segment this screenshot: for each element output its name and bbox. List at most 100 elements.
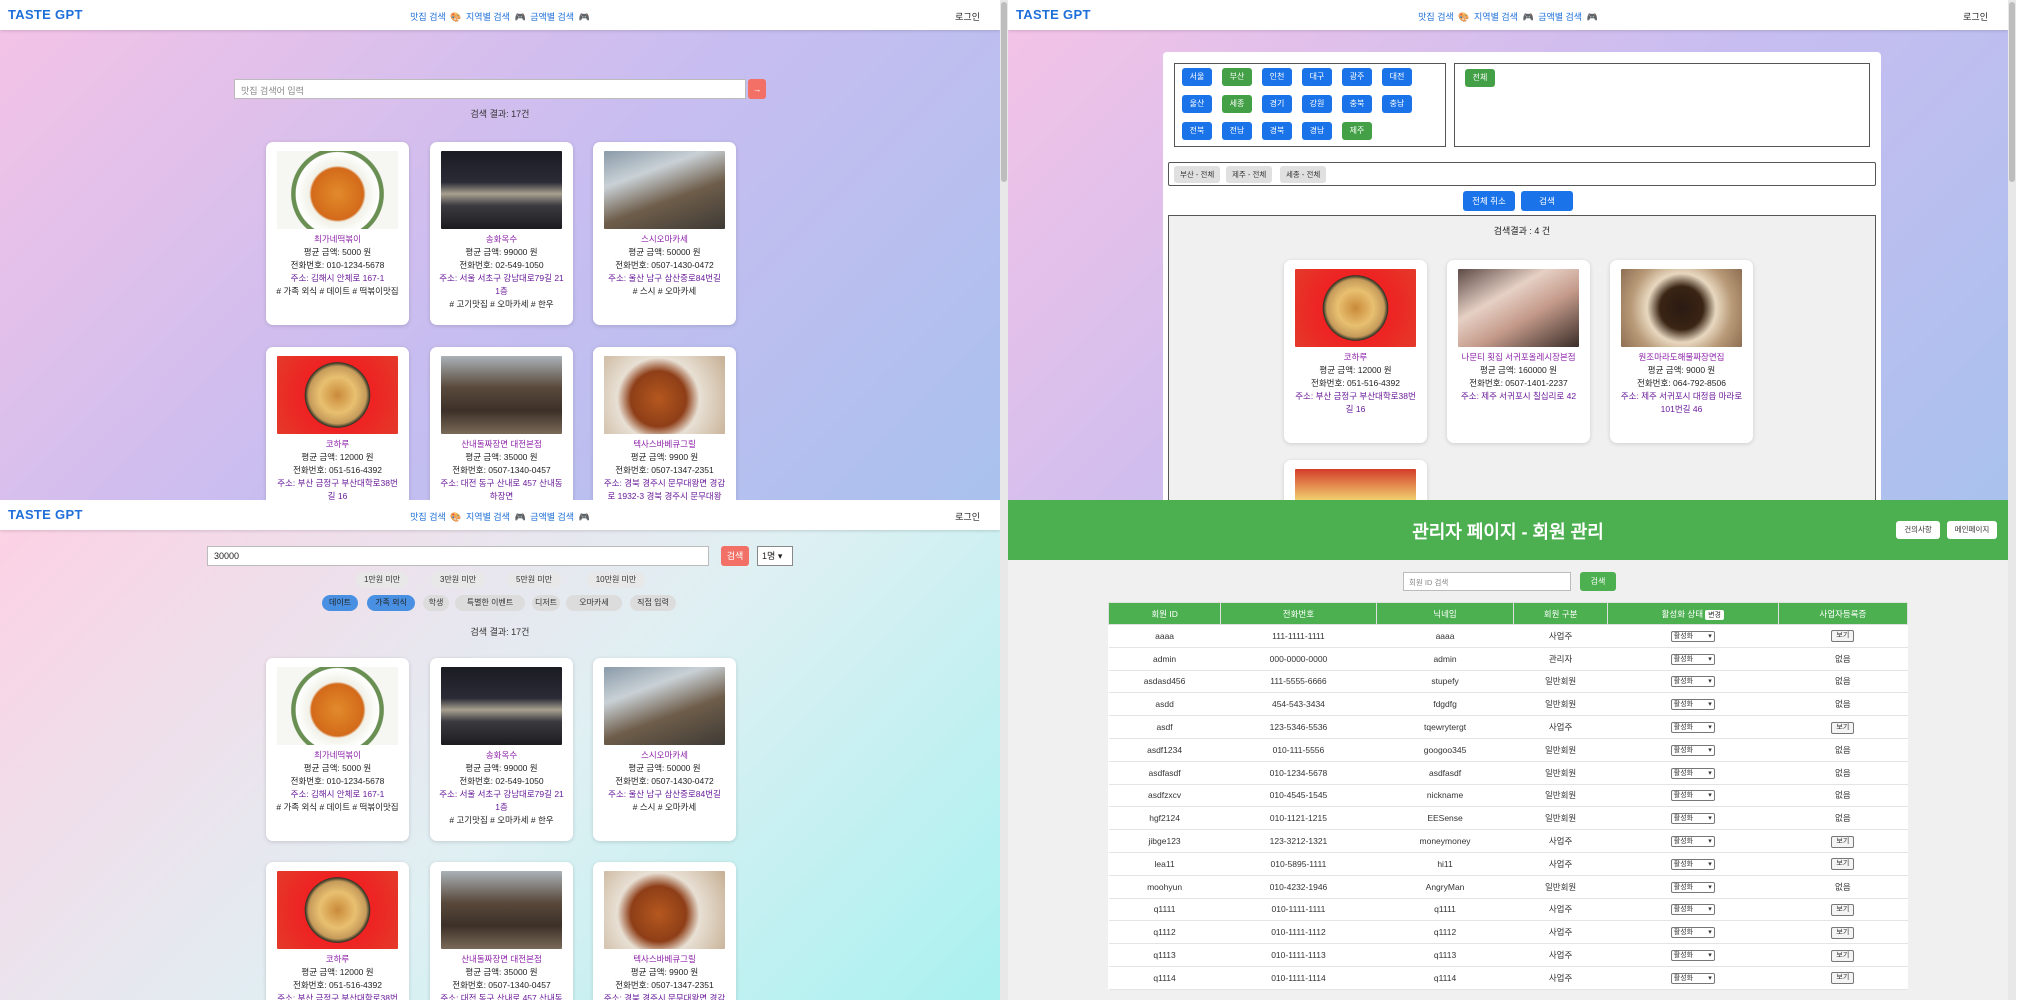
status-edit-button[interactable]: 변경 (1705, 609, 1724, 620)
selected-region-chip[interactable]: 부산 - 전체 (1174, 166, 1221, 183)
restaurant-card[interactable]: 스시오마카세 평균 금액: 50000 원 전화번호: 0507-1430-0472… (593, 658, 736, 841)
restaurant-card[interactable]: 송화옥수 평균 금액: 99000 원 전화번호: 02-549-1050 주소: 서… (430, 142, 573, 325)
tag-filter-button[interactable]: 학생 (423, 595, 449, 611)
region-button[interactable]: 제주 (1342, 122, 1372, 140)
tag-filter-button[interactable]: 데이트 (322, 595, 358, 611)
keyword-search-input[interactable]: 맛집 검색어 입력 (234, 79, 746, 99)
status-select[interactable]: 활성화 (1670, 744, 1715, 756)
selected-region-chip[interactable]: 제주 - 전체 (1226, 166, 1273, 183)
region-button[interactable]: 서울 (1182, 68, 1212, 86)
scrollbar[interactable] (2008, 0, 2016, 1000)
view-license-button[interactable]: 보기 (1831, 721, 1855, 734)
price-filter-button[interactable]: 1만원 미만 (356, 572, 408, 588)
nav-keyword-search[interactable]: 맛집 검색 (410, 512, 446, 522)
search-arrow-button[interactable]: → (748, 79, 766, 99)
restaurant-card[interactable]: 원조마라도해물짜장면집 평균 금액: 9000 원 전화번호: 064-792-85… (1610, 260, 1753, 443)
region-button[interactable]: 전남 (1222, 122, 1252, 140)
region-button[interactable]: 충남 (1382, 95, 1412, 113)
region-button[interactable]: 부산 (1222, 68, 1252, 86)
view-license-button[interactable]: 보기 (1831, 949, 1855, 962)
region-search-button[interactable]: 검색 (1521, 191, 1573, 211)
tag-filter-button[interactable]: 오마카세 (566, 595, 622, 611)
restaurant-card[interactable]: 텍사스바베큐그릴 평균 금액: 9900 원 전화번호: 0507-1347-235… (593, 862, 736, 1000)
subregion-all-button[interactable]: 전체 (1465, 69, 1495, 87)
region-button[interactable]: 세종 (1222, 95, 1252, 113)
status-select[interactable]: 활성화 (1670, 904, 1715, 916)
restaurant-card[interactable]: 산내돌짜장면 대전본점 평균 금액: 35000 원 전화번호: 0507-1340… (430, 347, 573, 500)
restaurant-card[interactable]: 코하루 평균 금액: 12000 원 전화번호: 051-516-4392 주소: 부… (1284, 260, 1427, 443)
status-select[interactable]: 활성화 (1670, 767, 1715, 779)
region-button[interactable]: 강원 (1302, 95, 1332, 113)
people-select[interactable]: 1명 ▾ (757, 546, 793, 566)
restaurant-card[interactable]: 송화옥수 평균 금액: 99000 원 전화번호: 02-549-1050 주소: 서… (430, 658, 573, 841)
region-button[interactable]: 대전 (1382, 68, 1412, 86)
suggestions-button[interactable]: 건의사항 (1896, 521, 1940, 539)
status-select[interactable]: 활성화 (1670, 858, 1715, 870)
nav-region-search[interactable]: 지역별 검색 (466, 512, 510, 522)
region-button[interactable]: 경기 (1262, 95, 1292, 113)
price-input[interactable]: 30000 (207, 546, 709, 566)
status-select[interactable]: 활성화 (1670, 813, 1715, 825)
restaurant-card[interactable]: 최가네떡볶이 평균 금액: 5000 원 전화번호: 010-1234-5678 주소… (266, 142, 409, 325)
restaurant-name: 원조마라도해물짜장면집 (1638, 352, 1725, 362)
region-button[interactable]: 대구 (1302, 68, 1332, 86)
restaurant-card[interactable]: 텍사스바베큐그릴 평균 금액: 9900 원 전화번호: 0507-1347-235… (593, 347, 736, 500)
region-button[interactable]: 경남 (1302, 122, 1332, 140)
status-select[interactable]: 활성화 (1670, 722, 1715, 734)
nav-price-search[interactable]: 금액별 검색 (530, 12, 574, 22)
status-select[interactable]: 활성화 (1670, 790, 1715, 802)
status-select[interactable]: 활성화 (1670, 950, 1715, 962)
status-select[interactable]: 활성화 (1670, 630, 1715, 642)
nav-region-search[interactable]: 지역별 검색 (1474, 12, 1518, 22)
view-license-button[interactable]: 보기 (1831, 926, 1855, 939)
status-select[interactable]: 활성화 (1670, 927, 1715, 939)
view-license-button[interactable]: 보기 (1831, 835, 1855, 848)
region-button[interactable]: 충북 (1342, 95, 1372, 113)
restaurant-card[interactable] (1284, 460, 1427, 500)
login-link[interactable]: 로그인 (955, 510, 980, 523)
tag-filter-button[interactable]: 디저트 (532, 595, 560, 611)
table-cell: moohyun (1108, 875, 1221, 899)
nav-price-search[interactable]: 금액별 검색 (1538, 12, 1582, 22)
restaurant-card[interactable]: 코하루 평균 금액: 12000 원 전화번호: 051-516-4392 주소: 부… (266, 347, 409, 500)
status-select[interactable]: 활성화 (1670, 881, 1715, 893)
member-search-input[interactable]: 회원 ID 검색 (1403, 572, 1571, 591)
price-filter-button[interactable]: 5만원 미만 (507, 572, 561, 588)
restaurant-card[interactable]: 최가네떡볶이 평균 금액: 5000 원 전화번호: 010-1234-5678 주소… (266, 658, 409, 841)
tag-filter-button[interactable]: 직접 입력 (630, 595, 676, 611)
nav-price-search[interactable]: 금액별 검색 (530, 512, 574, 522)
region-button[interactable]: 인천 (1262, 68, 1292, 86)
nav-region-search[interactable]: 지역별 검색 (466, 12, 510, 22)
price-filter-button[interactable]: 10만원 미만 (587, 572, 645, 588)
status-select[interactable]: 활성화 (1670, 699, 1715, 711)
tag-filter-button[interactable]: 특별한 이벤트 (455, 595, 525, 611)
status-select[interactable]: 활성화 (1670, 836, 1715, 848)
selected-region-chip[interactable]: 세종 - 전체 (1280, 166, 1327, 183)
status-select[interactable]: 활성화 (1670, 972, 1715, 984)
member-search-button[interactable]: 검색 (1580, 572, 1616, 591)
tag-filter-button[interactable]: 가족 외식 (367, 595, 415, 611)
login-link[interactable]: 로그인 (955, 10, 980, 23)
region-button[interactable]: 광주 (1342, 68, 1372, 86)
price-filter-button[interactable]: 3만원 미만 (431, 572, 485, 588)
restaurant-card[interactable]: 스시오마카세 평균 금액: 50000 원 전화번호: 0507-1430-0472… (593, 142, 736, 325)
restaurant-card[interactable]: 산내돌짜장면 대전본점 평균 금액: 35000 원 전화번호: 0507-1340… (430, 862, 573, 1000)
scrollbar[interactable] (1000, 0, 1008, 1000)
region-button[interactable]: 울산 (1182, 95, 1212, 113)
cancel-all-button[interactable]: 전체 취소 (1463, 191, 1515, 211)
view-license-button[interactable]: 보기 (1831, 972, 1855, 985)
region-button[interactable]: 경북 (1262, 122, 1292, 140)
view-license-button[interactable]: 보기 (1831, 630, 1855, 643)
restaurant-card[interactable]: 코하루 평균 금액: 12000 원 전화번호: 051-516-4392 주소: 부… (266, 862, 409, 1000)
view-license-button[interactable]: 보기 (1831, 903, 1855, 916)
region-button[interactable]: 전북 (1182, 122, 1212, 140)
main-page-button[interactable]: 메인페이지 (1947, 521, 1997, 539)
login-link[interactable]: 로그인 (1963, 10, 1988, 23)
status-select[interactable]: 활성화 (1670, 653, 1715, 665)
nav-keyword-search[interactable]: 맛집 검색 (1418, 12, 1454, 22)
restaurant-card[interactable]: 나문티 횟집 서귀포올레시장본점 평균 금액: 160000 원 전화번호: 050… (1447, 260, 1590, 443)
price-search-button[interactable]: 검색 (721, 546, 749, 566)
view-license-button[interactable]: 보기 (1831, 858, 1855, 871)
status-select[interactable]: 활성화 (1670, 676, 1715, 688)
nav-keyword-search[interactable]: 맛집 검색 (410, 12, 446, 22)
